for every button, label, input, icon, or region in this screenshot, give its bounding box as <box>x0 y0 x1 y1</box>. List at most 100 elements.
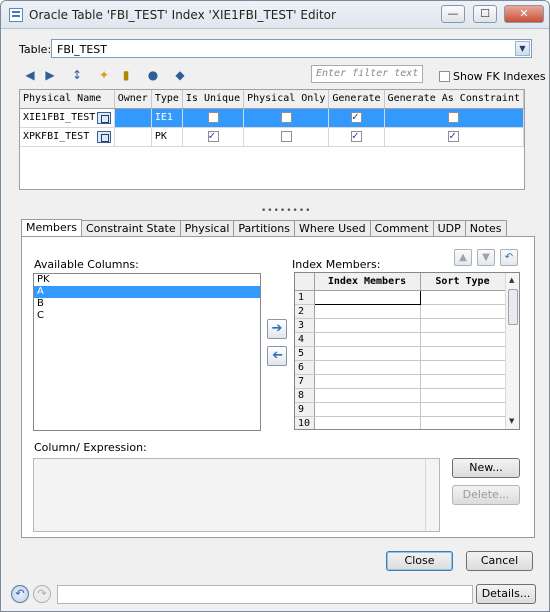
member-cell[interactable] <box>313 289 421 305</box>
as-constraint-cell[interactable] <box>384 108 525 128</box>
available-columns-list[interactable]: PK A B C <box>33 273 261 431</box>
member-cell[interactable] <box>314 374 421 389</box>
col-sort-type[interactable]: Sort Type <box>420 273 506 291</box>
sort-type-cell[interactable] <box>420 290 506 305</box>
member-cell[interactable] <box>314 318 421 333</box>
col-physical-name[interactable]: Physical Name <box>20 90 115 109</box>
physical-only-checkbox[interactable] <box>280 111 292 123</box>
col-as-constraint[interactable]: Generate As Constraint <box>384 90 525 109</box>
tab-comment[interactable]: Comment <box>370 220 434 237</box>
is-unique-checkbox[interactable] <box>207 111 219 123</box>
table-row[interactable]: 4 <box>295 332 506 347</box>
table-row[interactable]: 10 <box>295 416 506 429</box>
physical-only-cell[interactable] <box>243 108 330 128</box>
member-cell[interactable] <box>314 332 421 347</box>
col-is-unique[interactable]: Is Unique <box>182 90 245 109</box>
table-combo[interactable]: FBI_TEST ▼ <box>51 39 532 58</box>
move-up-button[interactable]: ▲ <box>454 249 472 266</box>
sort-az-icon[interactable]: ↕ <box>68 66 86 84</box>
physical-only-checkbox[interactable] <box>280 130 292 142</box>
scroll-thumb[interactable] <box>508 289 518 325</box>
is-unique-checkbox[interactable] <box>207 129 219 142</box>
generate-cell[interactable] <box>328 108 385 128</box>
tab-constraint-state[interactable]: Constraint State <box>81 220 181 237</box>
delete-index-icon[interactable]: ▮ <box>117 66 135 84</box>
type-cell[interactable]: IE1 <box>151 108 183 128</box>
remove-member-button[interactable]: ➔ <box>267 346 287 366</box>
index-name-cell[interactable]: XPKFBI_TEST <box>20 127 115 147</box>
physical-only-cell[interactable] <box>243 127 330 147</box>
col-physical-only[interactable]: Physical Only <box>243 90 330 109</box>
col-index-members[interactable]: Index Members <box>314 273 421 291</box>
table-row[interactable]: 1 <box>295 289 506 305</box>
list-item[interactable]: C <box>34 310 260 322</box>
minimize-button[interactable]: — <box>441 5 465 23</box>
table-row[interactable]: 3 <box>295 318 506 333</box>
move-down-button[interactable]: ▼ <box>477 249 495 266</box>
col-owner[interactable]: Owner <box>114 90 152 109</box>
scroll-up-icon[interactable]: ▲ <box>509 276 514 284</box>
redo-button[interactable]: ↷ <box>33 585 51 603</box>
table-row[interactable]: 8 <box>295 388 506 403</box>
expression-scrollbar[interactable] <box>425 459 439 531</box>
sort-type-cell[interactable] <box>420 388 506 403</box>
owner-cell[interactable] <box>114 127 152 147</box>
tab-notes[interactable]: Notes <box>465 220 507 237</box>
close-window-button[interactable]: ✕ <box>504 5 544 23</box>
table-row[interactable]: 9 <box>295 402 506 417</box>
member-cell[interactable] <box>314 402 421 417</box>
as-constraint-checkbox[interactable] <box>448 111 460 123</box>
table-row[interactable]: XIE1FBI_TEST IE1 <box>20 108 525 128</box>
chevron-down-icon[interactable]: ▼ <box>515 41 530 56</box>
as-constraint-cell[interactable] <box>384 127 525 147</box>
sort-type-cell[interactable] <box>420 374 506 389</box>
table-row[interactable]: 6 <box>295 360 506 375</box>
member-cell[interactable] <box>314 346 421 361</box>
member-cell[interactable] <box>314 360 421 375</box>
new-expression-button[interactable]: New... <box>452 458 520 478</box>
column-expression-box[interactable] <box>33 458 440 532</box>
list-item[interactable]: PK <box>34 274 260 286</box>
tab-where-used[interactable]: Where Used <box>294 220 371 237</box>
index-name-cell[interactable]: XIE1FBI_TEST <box>20 108 115 128</box>
show-fk-checkbox[interactable] <box>439 71 450 82</box>
properties-icon[interactable]: ◆ <box>171 66 189 84</box>
edit-name-icon[interactable] <box>96 111 111 124</box>
undo-member-button[interactable]: ↶ <box>500 249 518 266</box>
type-cell[interactable]: PK <box>151 127 183 147</box>
undo-button[interactable]: ↶ <box>11 585 29 603</box>
cancel-button[interactable]: Cancel <box>466 551 533 571</box>
close-button[interactable]: Close <box>386 551 453 571</box>
col-generate[interactable]: Generate <box>328 90 385 109</box>
generate-checkbox[interactable] <box>350 110 362 123</box>
members-scrollbar[interactable]: ▲ ▼ <box>505 273 519 429</box>
sort-type-cell[interactable] <box>420 304 506 319</box>
next-index-icon[interactable]: ▶ <box>41 66 59 84</box>
is-unique-cell[interactable] <box>182 108 245 128</box>
filter-input[interactable]: Enter filter text <box>311 65 423 83</box>
member-cell[interactable] <box>314 388 421 403</box>
generate-cell[interactable] <box>328 127 385 147</box>
list-item[interactable]: B <box>34 298 260 310</box>
details-button[interactable]: Details... <box>476 584 536 604</box>
tab-physical[interactable]: Physical <box>180 220 235 237</box>
sort-type-cell[interactable] <box>420 402 506 417</box>
sort-type-cell[interactable] <box>420 332 506 347</box>
as-constraint-checkbox[interactable] <box>448 129 460 142</box>
maximize-button[interactable]: ☐ <box>473 5 497 23</box>
tab-partitions[interactable]: Partitions <box>234 220 295 237</box>
edit-name-icon[interactable] <box>96 130 111 143</box>
sort-type-cell[interactable] <box>420 416 506 429</box>
owner-icon[interactable]: ● <box>144 66 162 84</box>
sort-type-cell[interactable] <box>420 318 506 333</box>
scroll-down-icon[interactable]: ▼ <box>509 417 514 425</box>
list-item[interactable]: A <box>34 286 260 298</box>
delete-expression-button[interactable]: Delete... <box>452 485 520 505</box>
tab-udp[interactable]: UDP <box>433 220 466 237</box>
generate-checkbox[interactable] <box>350 129 362 142</box>
sort-type-cell[interactable] <box>420 346 506 361</box>
sort-type-cell[interactable] <box>420 360 506 375</box>
add-member-button[interactable]: ➔ <box>267 319 287 339</box>
member-cell[interactable] <box>314 416 421 429</box>
table-row[interactable]: XPKFBI_TEST PK <box>20 127 525 147</box>
